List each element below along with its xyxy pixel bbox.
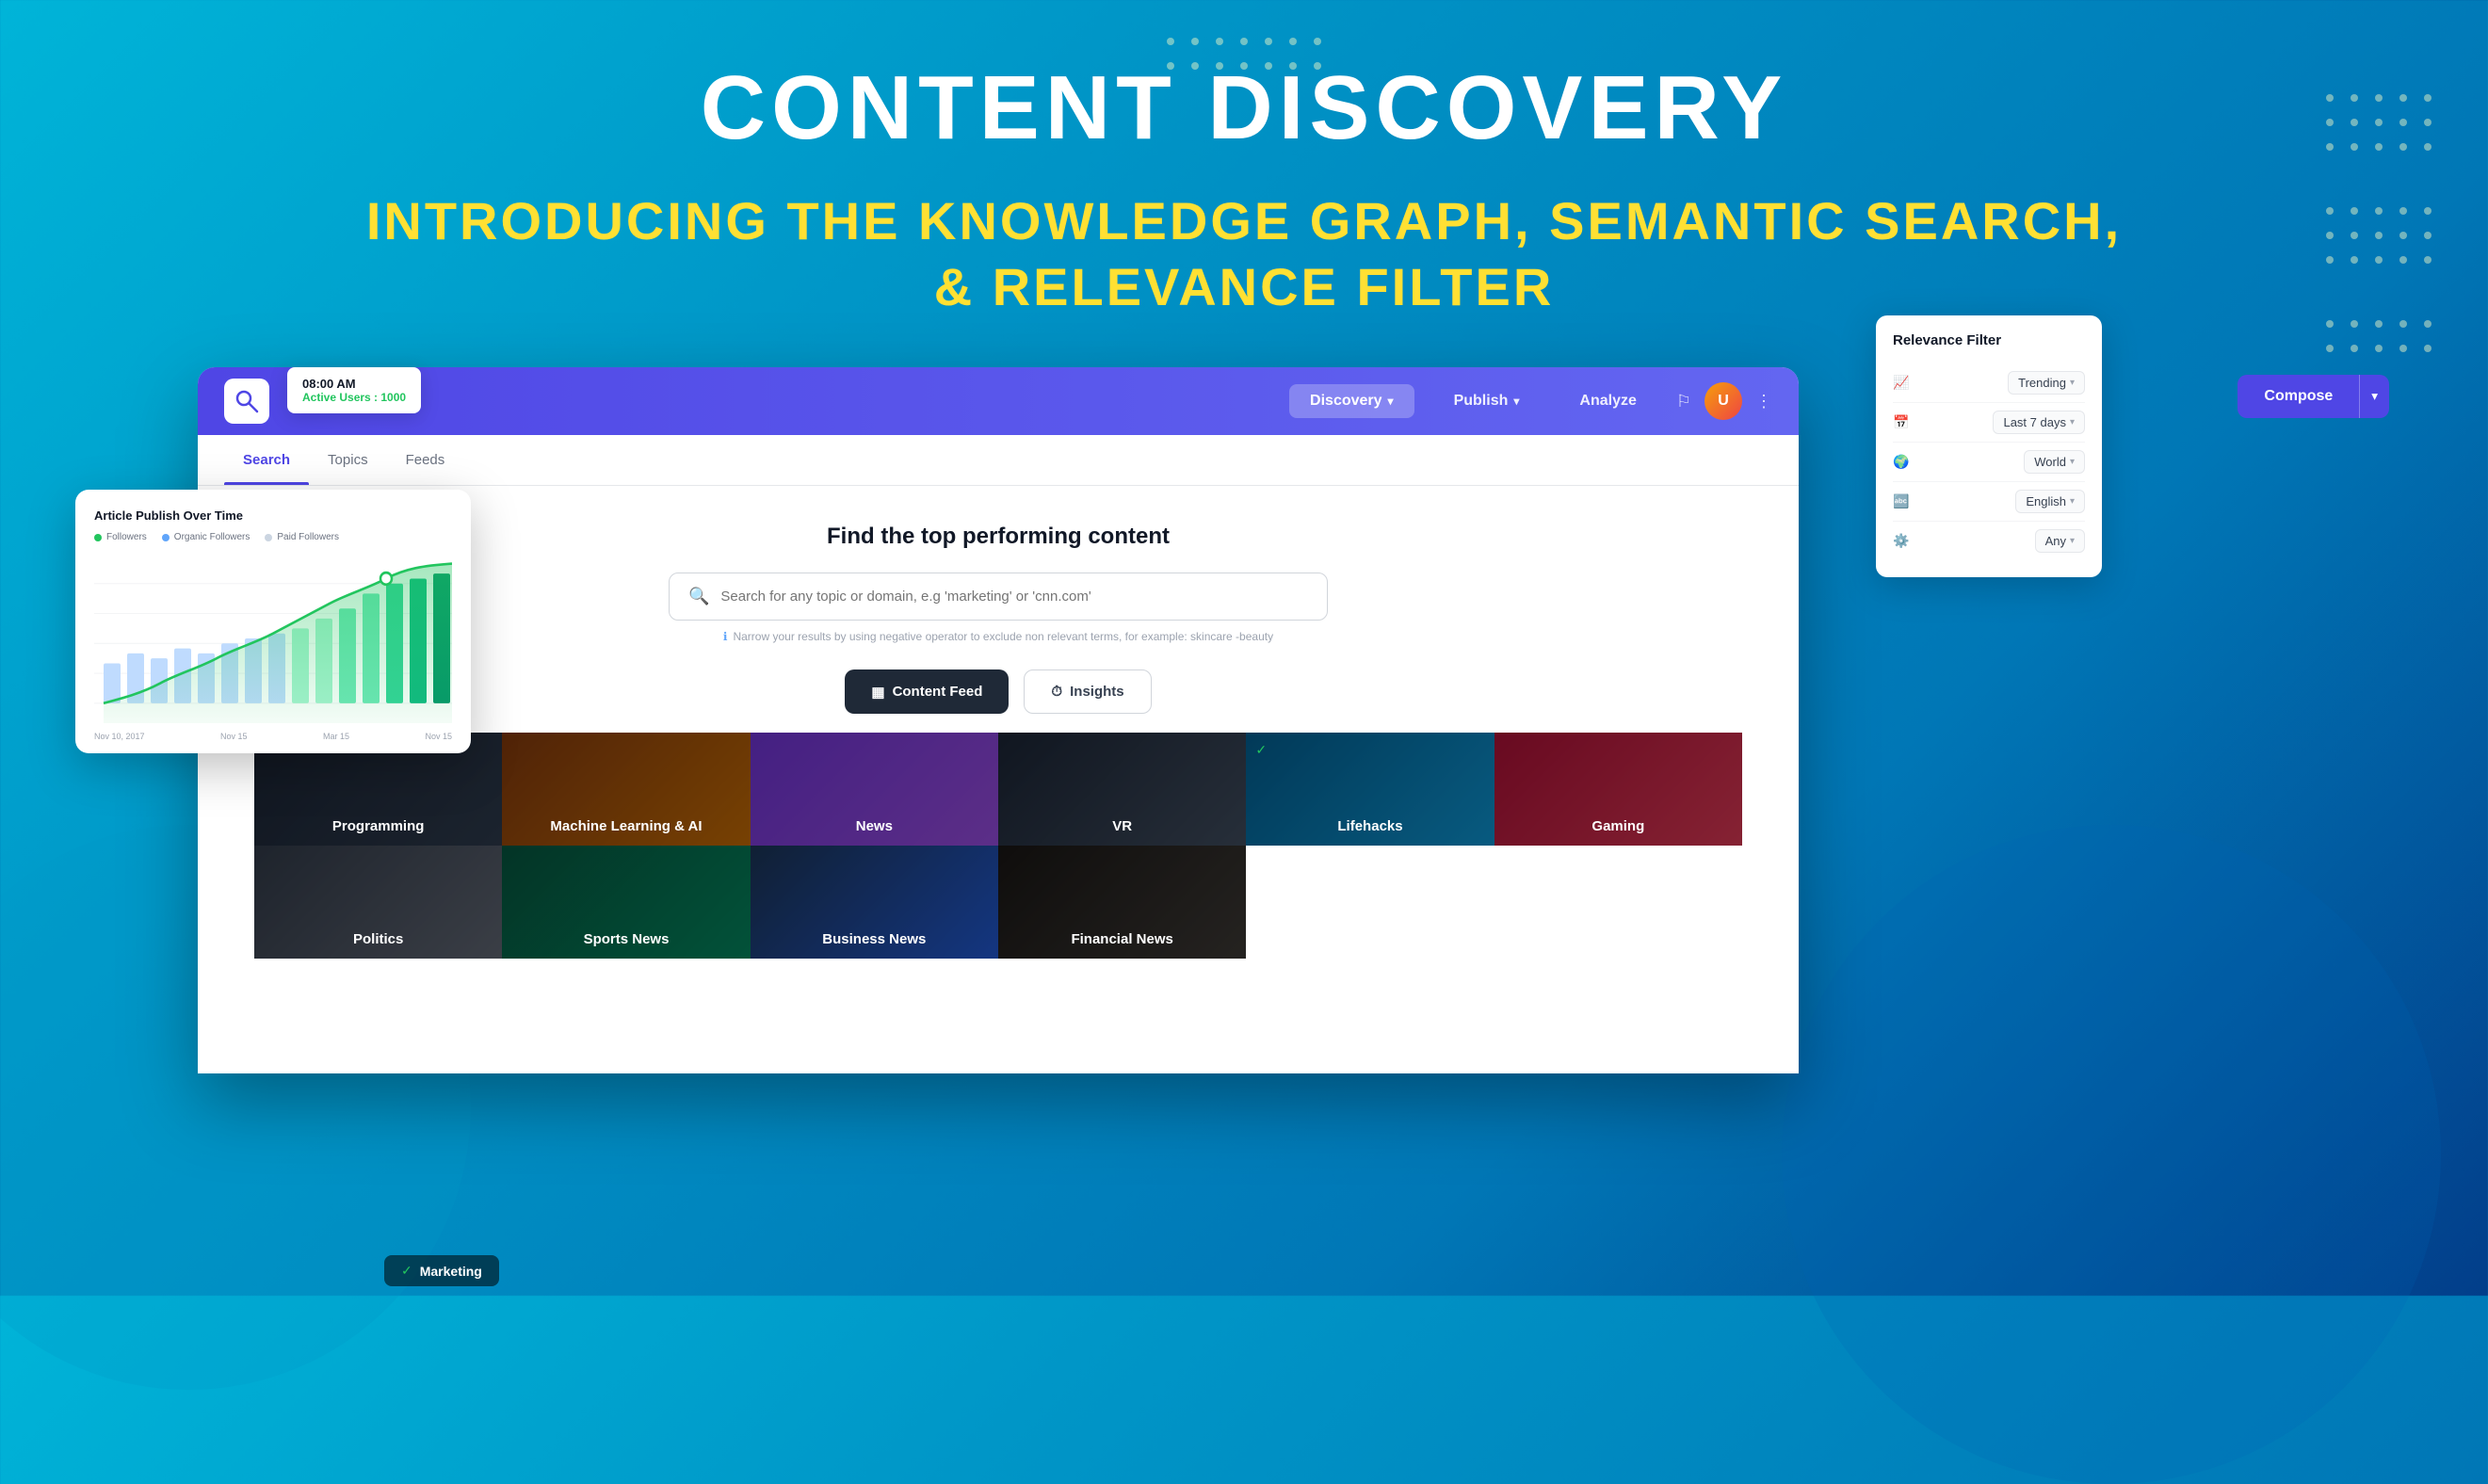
search-hint: ℹ Narrow your results by using negative … [723, 630, 1273, 643]
chart-legend: Followers Organic Followers Paid Followe… [94, 532, 452, 542]
tab-feeds[interactable]: Feeds [387, 435, 464, 485]
discovery-nav-button[interactable]: Discovery ▾ [1289, 384, 1414, 418]
trending-icon: 📈 [1893, 375, 1909, 391]
flag-icon[interactable]: ⚐ [1676, 392, 1691, 411]
globe-icon: 🌍 [1893, 454, 1909, 470]
topic-label-ml: Machine Learning & AI [502, 807, 750, 846]
calendar-icon: 📅 [1893, 414, 1909, 430]
topic-card-business[interactable]: Business News [751, 846, 998, 959]
topic-label-gaming: Gaming [1494, 807, 1742, 846]
search-bar[interactable]: 🔍 [669, 573, 1328, 621]
chart-title: Article Publish Over Time [94, 508, 452, 523]
insights-icon: ⏱ [1051, 684, 1062, 700]
topic-card-news[interactable]: News [751, 733, 998, 846]
compose-button[interactable]: Compose [2238, 375, 2359, 418]
tab-search[interactable]: Search [224, 435, 309, 485]
compose-area: Compose ▾ [2238, 375, 2389, 418]
legend-dot-organic [162, 534, 170, 541]
language-chevron-icon: ▾ [2070, 496, 2075, 507]
topic-card-gaming[interactable]: Gaming [1494, 733, 1742, 846]
language-icon: 🔤 [1893, 493, 1909, 509]
filter-row-date: 📅 Last 7 days ▾ [1893, 403, 2085, 443]
topic-label-sports: Sports News [502, 920, 750, 959]
legend-dot-followers [94, 534, 102, 541]
topic-label-vr: VR [998, 807, 1246, 846]
chart-card: Article Publish Over Time Followers Orga… [75, 490, 471, 753]
topic-card-vr[interactable]: VR [998, 733, 1246, 846]
topic-label-news: News [751, 807, 998, 846]
bg-decoration-right [1782, 825, 2441, 1484]
relevance-filter-panel: Relevance Filter 📈 Trending ▾ 📅 Last 7 d… [1876, 315, 2102, 577]
legend-dot-paid [265, 534, 272, 541]
marketing-check-icon: ✓ [401, 1263, 412, 1279]
nav-icons: ⚐ U ⋮ [1676, 382, 1772, 420]
info-icon: ℹ [723, 630, 728, 643]
app-logo [224, 379, 269, 424]
app-nav: WORKSPACE ContentStudio ▾ Discovery ▾ Pu… [198, 367, 1799, 435]
filter-row-language: 🔤 English ▾ [1893, 482, 2085, 522]
sub-nav: Search Topics Feeds [198, 435, 1799, 486]
filter-row-trending: 📈 Trending ▾ [1893, 363, 2085, 403]
topic-card-sports[interactable]: Sports News [502, 846, 750, 959]
legend-followers: Followers [94, 532, 147, 542]
analyze-nav-button[interactable]: Analyze [1559, 384, 1656, 418]
topic-label-programming: Programming [254, 807, 502, 846]
topic-label-politics: Politics [254, 920, 502, 959]
trending-dropdown[interactable]: Trending ▾ [2008, 371, 2085, 395]
region-dropdown[interactable]: World ▾ [2024, 450, 2085, 474]
hero-subtitle-line2: & RELEVANCE FILTER [934, 257, 1555, 316]
avatar: U [1704, 382, 1742, 420]
topic-label-financial: Financial News [998, 920, 1246, 959]
region-chevron-icon: ▾ [2070, 457, 2075, 467]
search-input[interactable] [720, 589, 1308, 605]
publish-nav-button[interactable]: Publish ▾ [1433, 384, 1541, 418]
marketing-label: Marketing [420, 1264, 482, 1279]
chart-area: Nov 10, 2017 Nov 15 Mar 15 Nov 15 [94, 554, 452, 723]
filter-row-region: 🌍 World ▾ [1893, 443, 2085, 482]
topic-label-lifehacks: Lifehacks [1246, 807, 1494, 846]
filter-row-any: ⚙️ Any ▾ [1893, 522, 2085, 560]
insights-button[interactable]: ⏱ Insights [1024, 669, 1151, 714]
trending-chevron-icon: ▾ [2070, 378, 2075, 388]
settings-icon: ⚙️ [1893, 533, 1909, 549]
topic-label-business: Business News [751, 920, 998, 959]
date-dropdown[interactable]: Last 7 days ▾ [1993, 411, 2085, 434]
hero-subtitle-line1: INTRODUCING THE KNOWLEDGE GRAPH, SEMANTI… [366, 191, 2122, 250]
topic-card-lifehacks[interactable]: ✓ Lifehacks [1246, 733, 1494, 846]
tab-topics[interactable]: Topics [309, 435, 387, 485]
chart-tooltip: 08:00 AM Active Users : 1000 [287, 367, 421, 413]
lifehacks-check-icon: ✓ [1255, 742, 1267, 758]
dot-grid-right3 [2326, 320, 2431, 352]
action-buttons: ▦ Content Feed ⏱ Insights [845, 669, 1151, 714]
tooltip-time: 08:00 AM [302, 377, 406, 391]
hero-header: CONTENT DISCOVERY INTRODUCING THE KNOWLE… [0, 0, 2488, 320]
content-feed-button[interactable]: ▦ Content Feed [845, 669, 1009, 714]
any-chevron-icon: ▾ [2070, 536, 2075, 546]
content-feed-icon: ▦ [871, 684, 884, 701]
tooltip-users: Active Users : 1000 [302, 391, 406, 404]
language-dropdown[interactable]: English ▾ [2015, 490, 2085, 513]
any-dropdown[interactable]: Any ▾ [2035, 529, 2085, 553]
more-options-icon[interactable]: ⋮ [1755, 392, 1772, 411]
search-heading: Find the top performing content [827, 524, 1170, 550]
hero-subtitle: INTRODUCING THE KNOWLEDGE GRAPH, SEMANTI… [0, 188, 2488, 320]
filter-title: Relevance Filter [1893, 332, 2085, 348]
topic-card-politics[interactable]: Politics [254, 846, 502, 959]
hero-title: CONTENT DISCOVERY [0, 56, 2488, 160]
publish-chevron-icon: ▾ [1513, 395, 1519, 408]
topic-grid: Programming Machine Learning & AI News [254, 733, 1742, 959]
topic-card-financial[interactable]: Financial News [998, 846, 1246, 959]
topic-card-ml[interactable]: Machine Learning & AI [502, 733, 750, 846]
legend-organic: Organic Followers [162, 532, 250, 542]
search-icon: 🔍 [688, 587, 709, 606]
legend-paid: Paid Followers [265, 532, 339, 542]
discovery-chevron-icon: ▾ [1388, 395, 1394, 408]
compose-dropdown-button[interactable]: ▾ [2359, 375, 2389, 418]
compose-wrapper: Compose ▾ [2238, 375, 2389, 418]
date-chevron-icon: ▾ [2070, 417, 2075, 427]
marketing-tag: ✓ Marketing [384, 1255, 499, 1286]
